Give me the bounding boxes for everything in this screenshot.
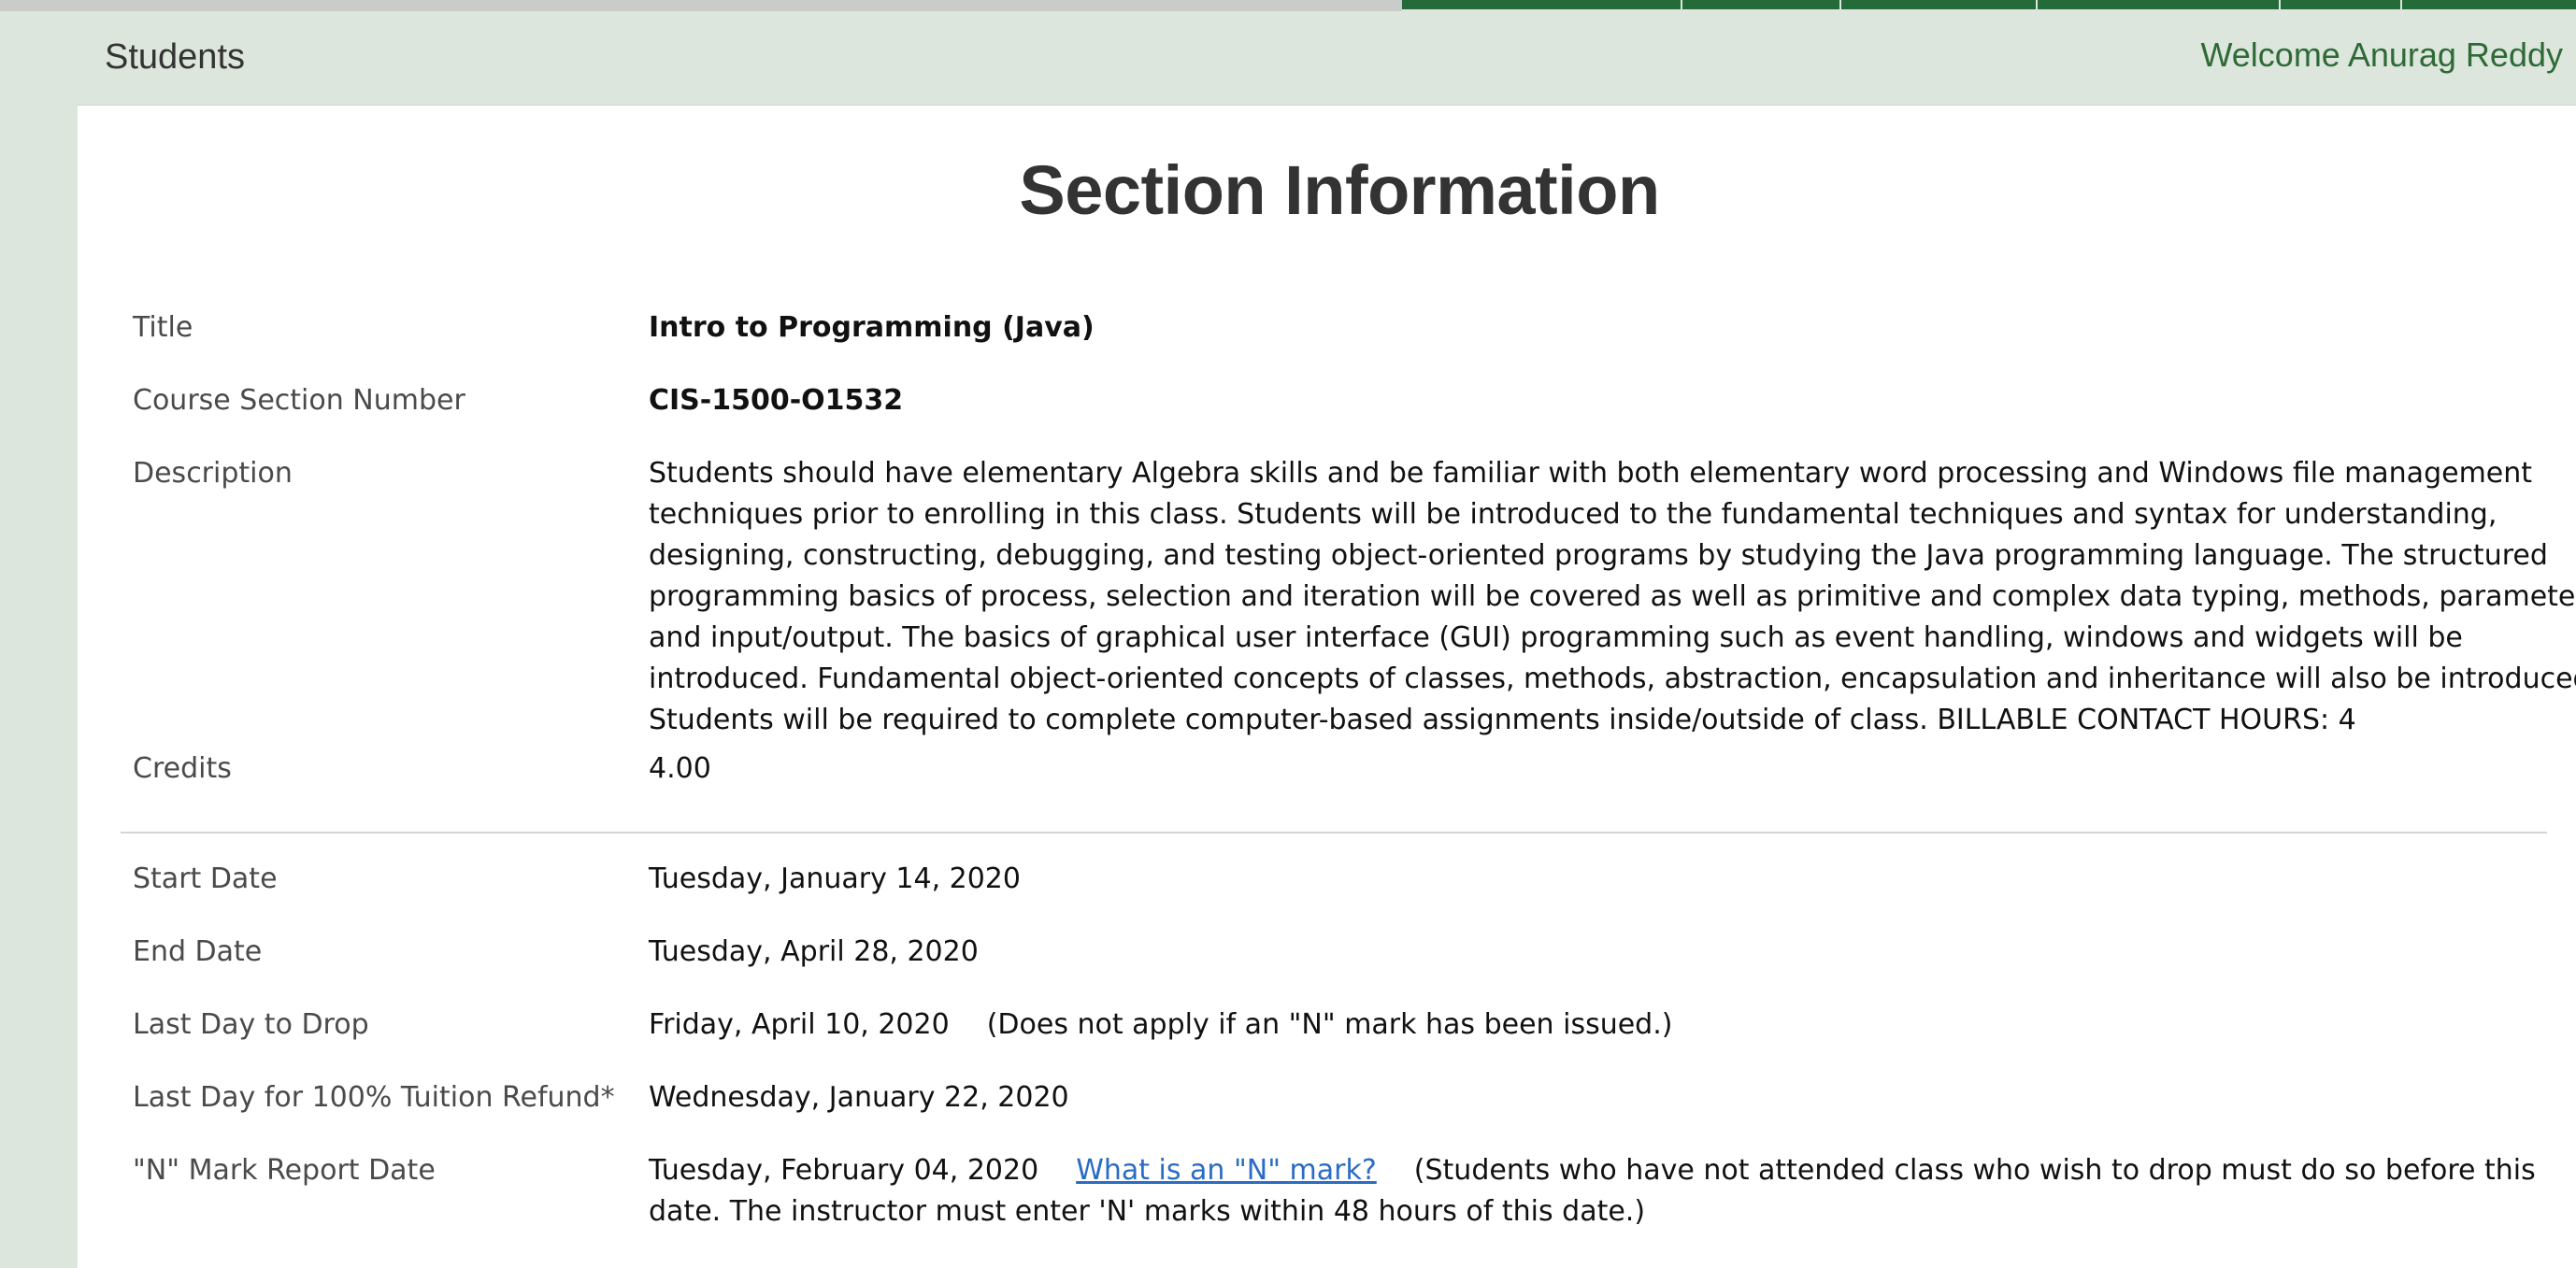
top-nav-tab[interactable] [2402, 0, 2576, 9]
title-value: Intro to Programming (Java) [649, 311, 1095, 344]
section-number-value: CIS-1500-O1532 [649, 384, 904, 417]
end-date-label: End Date [133, 935, 263, 968]
description-label: Description [133, 457, 293, 490]
last-day-drop-label: Last Day to Drop [133, 1008, 369, 1041]
credits-label: Credits [133, 752, 232, 785]
refund-date-label: Last Day for 100% Tuition Refund* [133, 1081, 615, 1114]
section-info-panel: Section Information Title Intro to Progr… [78, 105, 2576, 1268]
top-nav-tab[interactable] [1841, 0, 2036, 9]
end-date-value: Tuesday, April 28, 2020 [649, 935, 979, 968]
start-date-value: Tuesday, January 14, 2020 [649, 862, 1021, 895]
page-title: Section Information [1019, 151, 1660, 229]
top-nav-strip-left [0, 0, 1402, 11]
top-nav-tab[interactable] [2038, 0, 2279, 9]
welcome-user[interactable]: Welcome Anurag Reddy [2200, 36, 2563, 75]
what-is-n-mark-link[interactable]: What is an "N" mark? [1076, 1154, 1377, 1187]
last-day-drop-note: (Does not apply if an "N" mark has been … [986, 1008, 1673, 1041]
credits-value: 4.00 [649, 752, 711, 785]
app-header: Students Welcome Anurag Reddy [0, 11, 2576, 105]
title-label: Title [133, 311, 193, 344]
n-mark-date-label: "N" Mark Report Date [133, 1154, 436, 1187]
last-day-drop-cell: Friday, April 10, 2020 (Does not apply if… [649, 1004, 2576, 1046]
section-number-label: Course Section Number [133, 384, 465, 417]
start-date-label: Start Date [133, 862, 278, 895]
description-value: Students should have elementary Algebra … [649, 457, 2576, 736]
app-title[interactable]: Students [105, 37, 245, 78]
refund-date-value: Wednesday, January 22, 2020 [649, 1081, 1069, 1114]
top-nav-tab[interactable] [1402, 0, 1681, 9]
n-mark-cell: Tuesday, February 04, 2020 What is an "N"… [649, 1150, 2576, 1232]
top-nav-tab[interactable] [2281, 0, 2400, 9]
n-mark-date-value: Tuesday, February 04, 2020 [649, 1154, 1039, 1187]
last-day-drop-value: Friday, April 10, 2020 [649, 1008, 950, 1041]
top-nav-strip [0, 0, 2576, 11]
section-divider [121, 832, 2547, 833]
top-nav-tab[interactable] [1682, 0, 1839, 9]
